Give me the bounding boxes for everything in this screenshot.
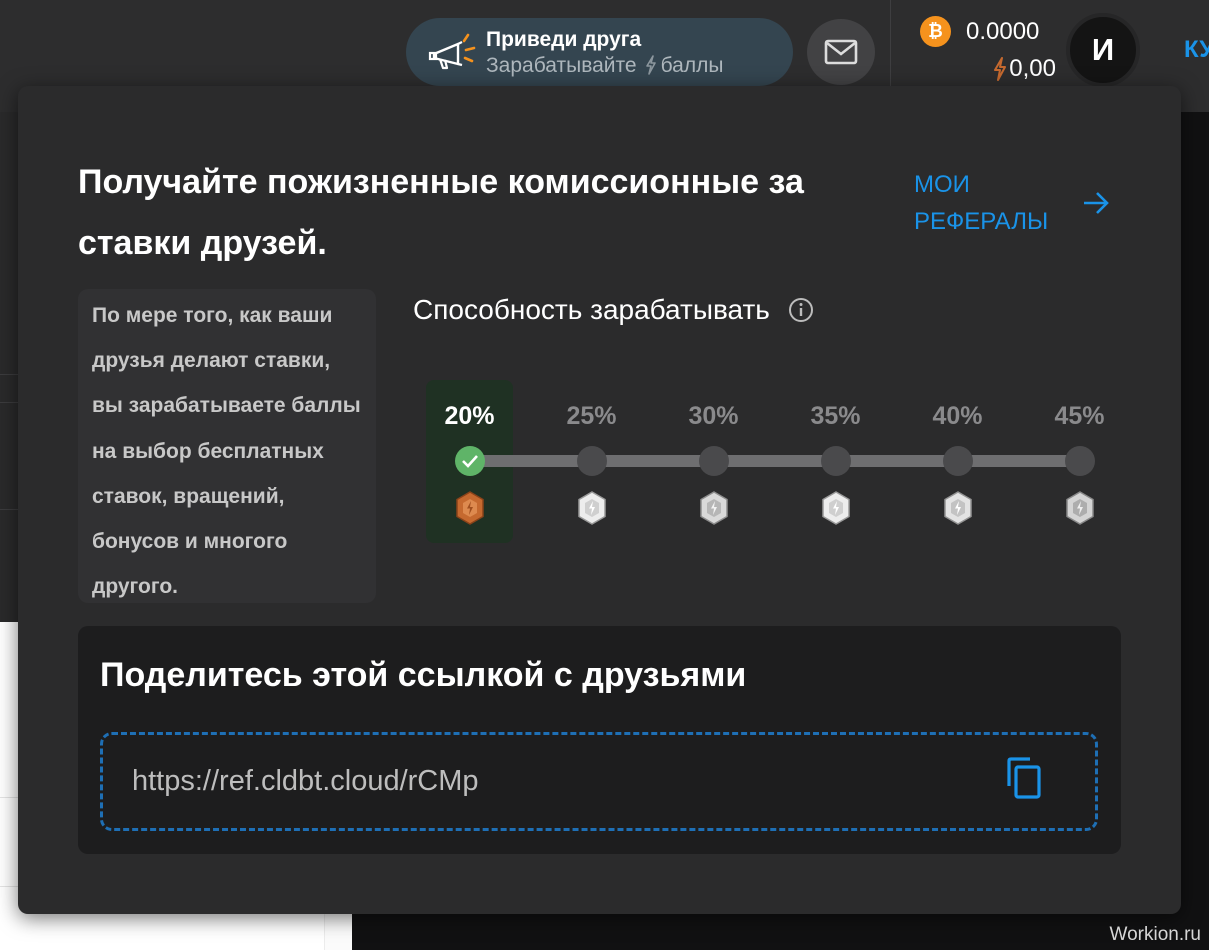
tier-percent: 40% bbox=[932, 402, 983, 430]
tier-percent: 30% bbox=[688, 402, 739, 430]
tier-dot bbox=[1065, 446, 1095, 476]
tier-dot bbox=[943, 446, 973, 476]
bronze-badge-icon bbox=[456, 491, 484, 525]
wallet-balance[interactable]: ₿ 0.0000 0,00 bbox=[920, 16, 1056, 86]
tier-20: 20% bbox=[426, 380, 513, 543]
lightning-icon bbox=[994, 57, 1007, 81]
checkmark-icon bbox=[462, 455, 478, 468]
promo-title: Приведи друга bbox=[486, 27, 642, 51]
share-link-section: Поделитесь этой ссылкой с друзьями https… bbox=[78, 626, 1121, 854]
copy-icon[interactable] bbox=[1004, 756, 1044, 800]
envelope-icon bbox=[824, 39, 858, 65]
my-referrals-link[interactable]: МОИ РЕФЕРАЛЫ bbox=[914, 166, 1134, 240]
referral-headline: Получайте пожизненные комиссионные за ст… bbox=[78, 163, 804, 262]
tier-35: 35% bbox=[792, 380, 879, 543]
referral-description-box: По мере того, как ваши друзья делают ста… bbox=[78, 289, 376, 603]
referral-description: По мере того, как ваши друзья делают ста… bbox=[92, 304, 361, 599]
silver-badge-icon bbox=[944, 491, 972, 525]
tier-dot bbox=[699, 446, 729, 476]
tier-dot bbox=[577, 446, 607, 476]
tier-30: 30% bbox=[670, 380, 757, 543]
earning-capacity-title: Способность зарабатывать bbox=[413, 294, 770, 325]
silver-badge-icon bbox=[700, 491, 728, 525]
megaphone-icon bbox=[428, 33, 476, 70]
lightning-icon bbox=[645, 55, 656, 75]
referral-link-field[interactable]: https://ref.cldbt.cloud/rCMp bbox=[100, 732, 1098, 831]
share-title: Поделитесь этой ссылкой с друзьями bbox=[100, 656, 747, 694]
referral-link[interactable]: https://ref.cldbt.cloud/rCMp bbox=[132, 765, 479, 798]
points-balance: 0,00 bbox=[1009, 55, 1056, 82]
buy-link[interactable]: КУ bbox=[1184, 36, 1209, 64]
commission-tiers: 20% 25% 30% 35% 40% 45% bbox=[426, 380, 1126, 545]
bitcoin-icon: ₿ bbox=[920, 16, 951, 47]
tier-percent: 20% bbox=[444, 402, 495, 430]
promo-subtitle: Зарабатывайте bbox=[486, 53, 637, 77]
header-divider bbox=[890, 0, 891, 88]
messages-button[interactable] bbox=[807, 19, 875, 85]
earning-capacity-heading: Способность зарабатывать bbox=[413, 294, 814, 326]
tier-percent: 25% bbox=[566, 402, 617, 430]
referral-panel: Получайте пожизненные комиссионные за ст… bbox=[18, 86, 1181, 914]
info-icon[interactable] bbox=[788, 297, 814, 323]
tier-45: 45% bbox=[1036, 380, 1123, 543]
arrow-right-icon bbox=[1084, 192, 1109, 214]
tier-percent: 35% bbox=[810, 402, 861, 430]
my-referrals-label: МОИ РЕФЕРАЛЫ bbox=[914, 171, 1049, 235]
tier-percent: 45% bbox=[1054, 402, 1105, 430]
silver-badge-icon bbox=[822, 491, 850, 525]
silver-badge-icon bbox=[1066, 491, 1094, 525]
silver-badge-icon bbox=[578, 491, 606, 525]
watermark: Workion.ru bbox=[1109, 924, 1201, 945]
avatar[interactable]: И bbox=[1066, 13, 1140, 87]
tier-40: 40% bbox=[914, 380, 1001, 543]
tier-dot bbox=[455, 446, 485, 476]
promo-points-label: баллы bbox=[660, 53, 724, 77]
tier-25: 25% bbox=[548, 380, 635, 543]
refer-friend-button[interactable]: Приведи друга Зарабатывайте баллы bbox=[406, 18, 793, 86]
crypto-balance: 0.0000 bbox=[966, 17, 1040, 45]
tier-dot bbox=[821, 446, 851, 476]
